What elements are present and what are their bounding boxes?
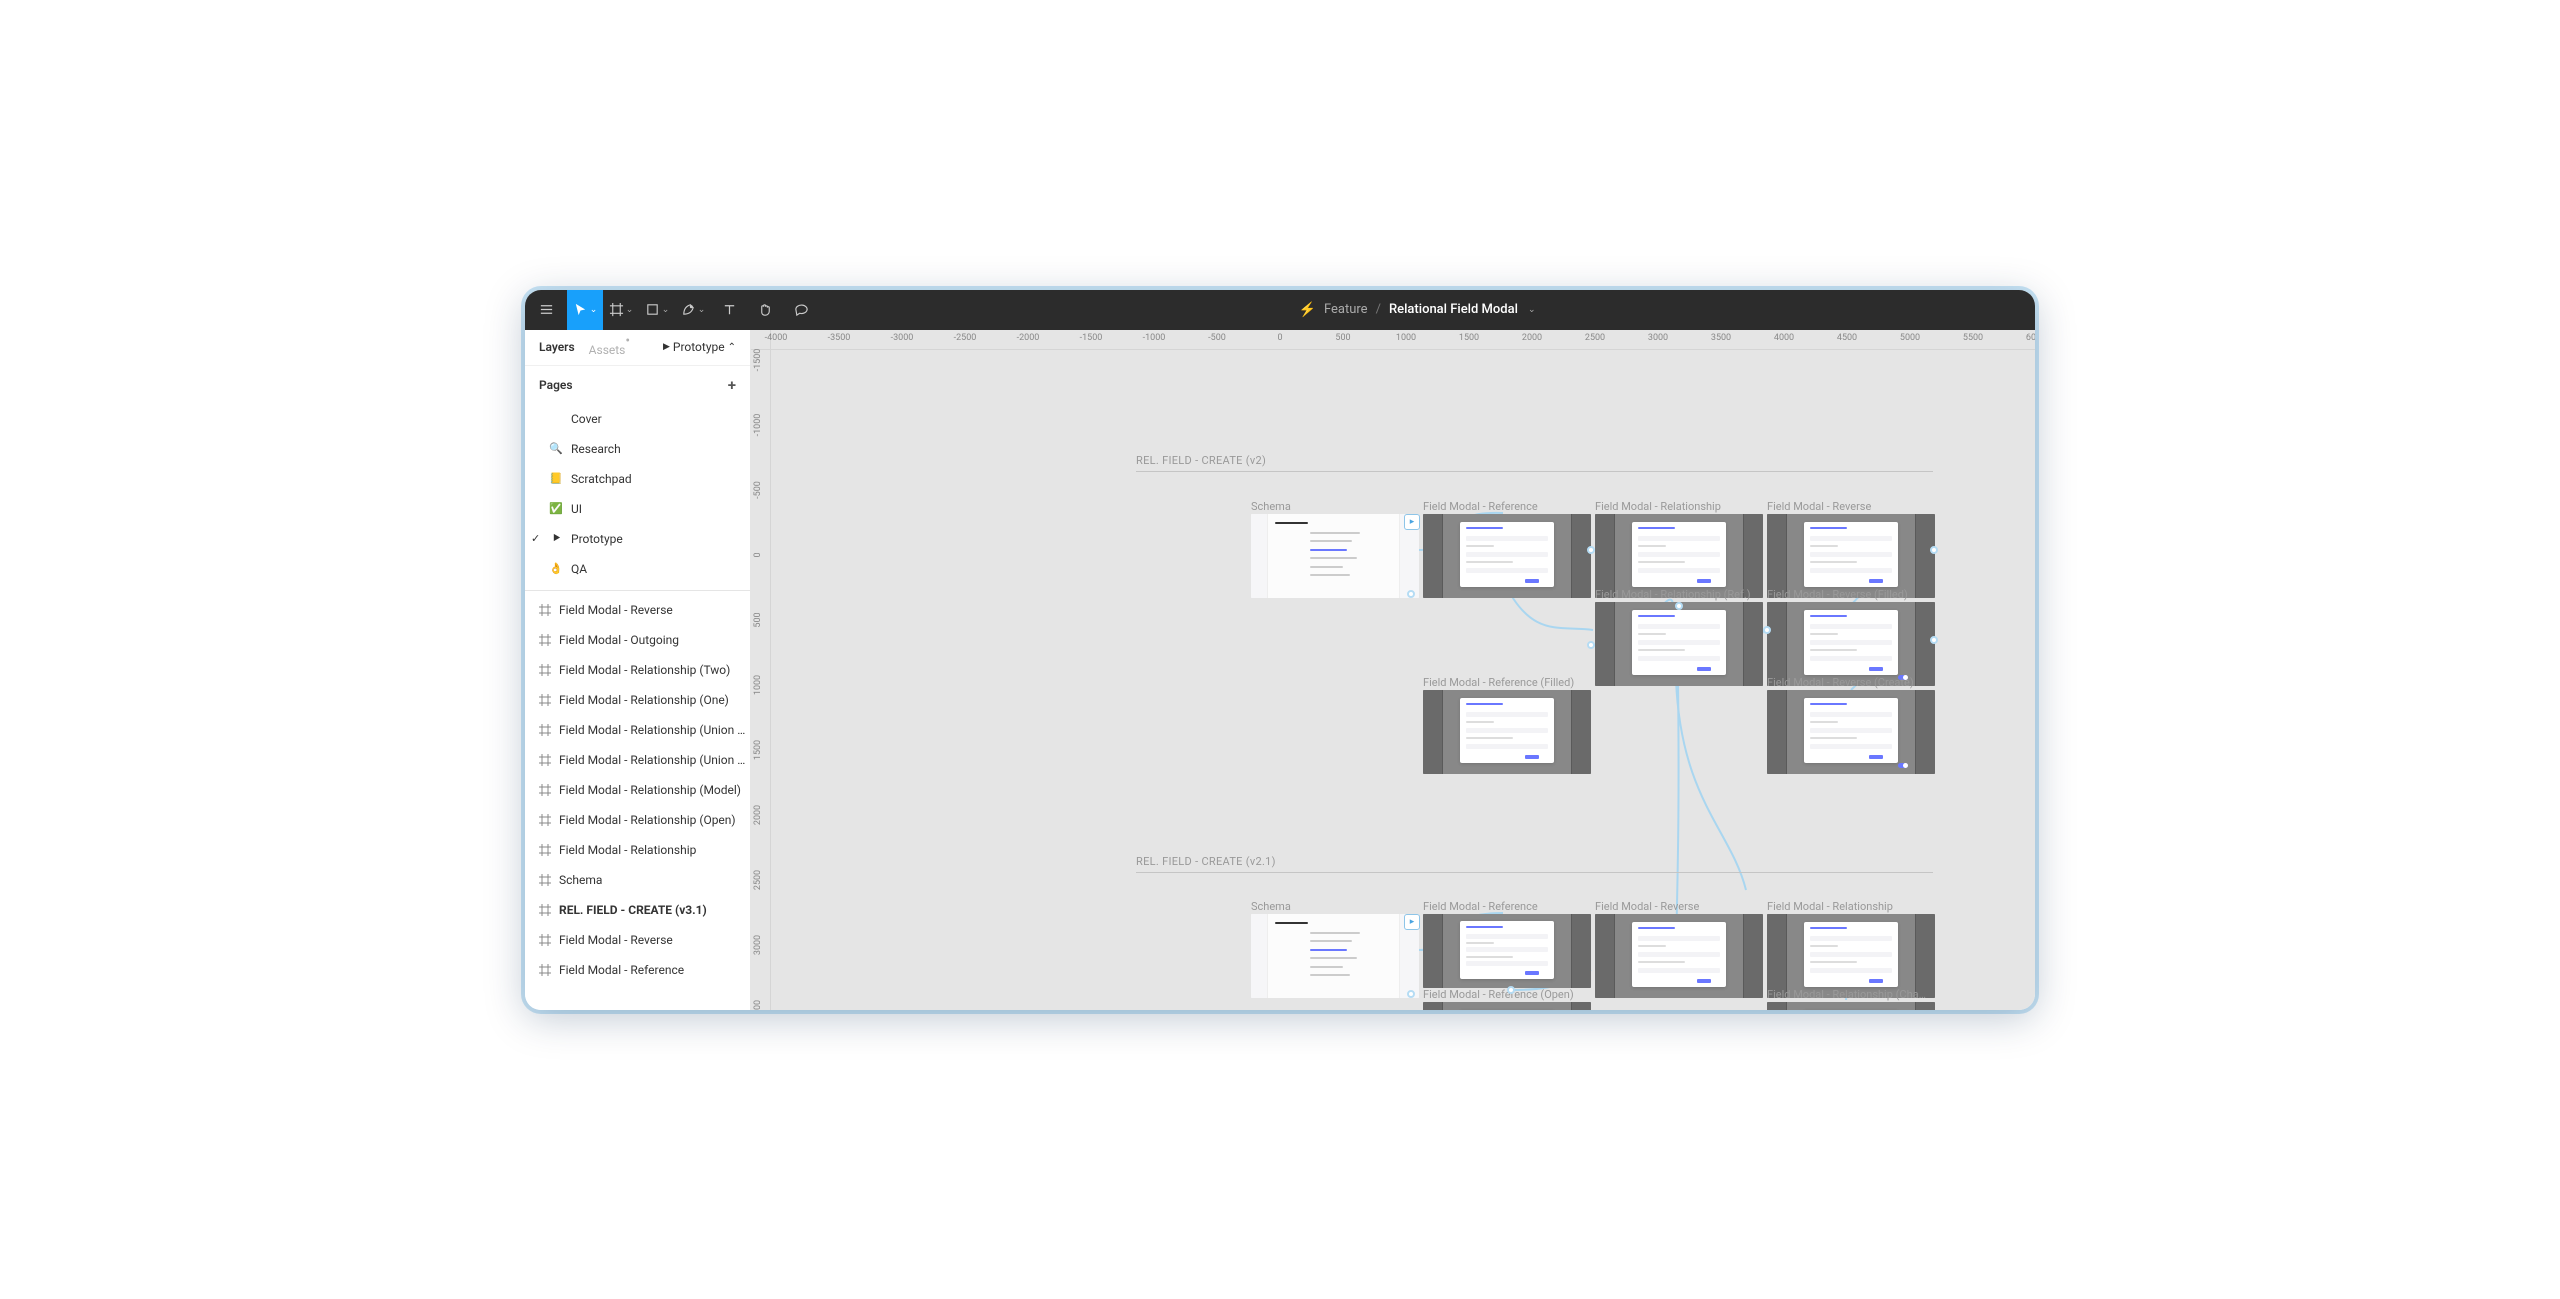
frame-label[interactable]: Field Modal - Reverse	[1595, 900, 1699, 913]
layer-item[interactable]: Field Modal - Relationship (Union …	[525, 745, 750, 775]
frame-thumbnail[interactable]	[1251, 914, 1419, 998]
layer-item[interactable]: Field Modal - Relationship	[525, 835, 750, 865]
frame-thumbnail[interactable]	[1595, 602, 1763, 686]
frame-tool[interactable]: ⌄	[603, 290, 639, 330]
prototype-node[interactable]	[1930, 546, 1938, 554]
layer-item[interactable]: Field Modal - Reference	[525, 955, 750, 985]
frame-label[interactable]: Field Modal - Relationship (Cha…	[1767, 988, 1926, 1001]
layer-item[interactable]: Schema	[525, 865, 750, 895]
frame-thumbnail[interactable]	[1423, 1002, 1591, 1010]
frame-icon	[539, 754, 551, 766]
frame-thumbnail[interactable]	[1767, 914, 1935, 998]
prototype-start-icon[interactable]	[1404, 514, 1420, 530]
frame-thumbnail[interactable]	[1423, 914, 1591, 988]
canvas[interactable]: -4000-3500-3000-2500-2000-1500-1000-5000…	[751, 330, 2035, 1010]
layer-item[interactable]: Field Modal - Relationship (One)	[525, 685, 750, 715]
frame-icon	[539, 634, 551, 646]
frame-thumbnail[interactable]	[1595, 514, 1763, 598]
frame-icon	[539, 874, 551, 886]
move-tool[interactable]: ⌄	[567, 290, 603, 330]
frame-icon	[539, 694, 551, 706]
frame-label[interactable]: Field Modal - Reference	[1423, 500, 1538, 513]
ruler-horizontal: -4000-3500-3000-2500-2000-1500-1000-5000…	[771, 330, 2035, 350]
frame-label[interactable]: Field Modal - Reference (Open)	[1423, 988, 1574, 1001]
frame-icon	[539, 934, 551, 946]
layer-item[interactable]: Field Modal - Outgoing	[525, 625, 750, 655]
frame-label[interactable]: Field Modal - Reverse	[1767, 500, 1871, 513]
frame-icon	[539, 604, 551, 616]
frame-icon	[539, 664, 551, 676]
frame-icon	[539, 814, 551, 826]
frame-thumbnail[interactable]	[1595, 914, 1763, 998]
frame-label[interactable]: Field Modal - Reverse (Filled)	[1767, 588, 1908, 601]
frame-icon	[539, 964, 551, 976]
hand-tool[interactable]	[747, 290, 783, 330]
tab-assets[interactable]: Assets•	[589, 337, 630, 357]
frame-label[interactable]: Schema	[1251, 900, 1291, 913]
page-item[interactable]: 📒Scratchpad	[525, 464, 750, 494]
layer-item[interactable]: Field Modal - Reverse	[525, 595, 750, 625]
frame-label[interactable]: Field Modal - Relationship (Ref.)	[1595, 588, 1751, 601]
prototype-start-icon[interactable]	[1404, 914, 1420, 930]
add-page-button[interactable]: +	[728, 376, 736, 394]
frame-icon	[539, 844, 551, 856]
pen-tool[interactable]: ⌄	[675, 290, 711, 330]
frame-thumbnail[interactable]	[1767, 1002, 1935, 1010]
frame-icon	[539, 904, 551, 916]
page-item[interactable]: ✅UI	[525, 494, 750, 524]
layer-item[interactable]: Field Modal - Relationship (Two)	[525, 655, 750, 685]
layer-item[interactable]: Field Modal - Relationship (Open)	[525, 805, 750, 835]
frame-icon	[539, 724, 551, 736]
layer-item[interactable]: Field Modal - Reverse	[525, 925, 750, 955]
frame-thumbnail[interactable]	[1767, 690, 1935, 774]
section-label: REL. FIELD - CREATE (v2.1)	[1136, 855, 1933, 873]
frame-label[interactable]: Field Modal - Relationship	[1595, 500, 1721, 513]
frame-label[interactable]: Schema	[1251, 500, 1291, 513]
bolt-icon: ⚡	[1299, 302, 1316, 318]
frame-label[interactable]: Field Modal - Reference	[1423, 900, 1538, 913]
frame-thumbnail[interactable]	[1767, 602, 1935, 686]
prototype-node[interactable]	[1763, 626, 1771, 634]
frame-label[interactable]: Field Modal - Reverse (Create)	[1767, 676, 1914, 689]
prototype-node[interactable]	[1407, 990, 1415, 998]
frame-thumbnail[interactable]	[1423, 514, 1591, 598]
page-item[interactable]: 👌QA	[525, 554, 750, 584]
layer-item[interactable]: REL. FIELD - CREATE (v3.1)	[525, 895, 750, 925]
prototype-node[interactable]	[1407, 590, 1415, 598]
frame-label[interactable]: Field Modal - Reference (Filled)	[1423, 676, 1574, 689]
page-item[interactable]: Cover	[525, 404, 750, 434]
frame-icon	[539, 784, 551, 796]
comment-tool[interactable]	[783, 290, 819, 330]
breadcrumb[interactable]: ⚡ Feature / Relational Field Modal ⌄	[819, 302, 2015, 318]
breadcrumb-folder: Feature	[1324, 302, 1368, 317]
toolbar: ⌄ ⌄ ⌄ ⌄ ⚡ Feature / Relational Field Mod…	[525, 290, 2035, 330]
prototype-node[interactable]	[1587, 641, 1595, 649]
prototype-node[interactable]	[1930, 636, 1938, 644]
frame-thumbnail[interactable]	[1767, 514, 1935, 598]
breadcrumb-file: Relational Field Modal	[1389, 302, 1518, 317]
chevron-down-icon: ⌄	[1528, 305, 1536, 315]
pages-heading: Pages	[539, 378, 573, 392]
tab-layers[interactable]: Layers	[539, 340, 575, 354]
shape-tool[interactable]: ⌄	[639, 290, 675, 330]
prototype-node[interactable]	[1587, 546, 1595, 554]
text-tool[interactable]	[711, 290, 747, 330]
layer-item[interactable]: Field Modal - Relationship (Model)	[525, 775, 750, 805]
prototype-node[interactable]	[1675, 602, 1683, 610]
page-item[interactable]: Prototype	[525, 524, 750, 554]
main-menu-button[interactable]	[525, 290, 567, 330]
frame-thumbnail[interactable]	[1251, 514, 1419, 598]
layer-item[interactable]: Field Modal - Relationship (Union …	[525, 715, 750, 745]
ruler-vertical: -1500-1000-50005001000150020002500300035…	[751, 350, 771, 1010]
layers-panel: Layers Assets• ▶Prototype ⌃ Pages + Cove…	[525, 330, 751, 1010]
prototype-node[interactable]	[1507, 986, 1515, 994]
page-item[interactable]: 🔍Research	[525, 434, 750, 464]
frame-thumbnail[interactable]	[1423, 690, 1591, 774]
section-label: REL. FIELD - CREATE (v2)	[1136, 454, 1933, 472]
tab-prototype[interactable]: ▶Prototype ⌃	[663, 340, 736, 354]
frame-label[interactable]: Field Modal - Relationship	[1767, 900, 1893, 913]
